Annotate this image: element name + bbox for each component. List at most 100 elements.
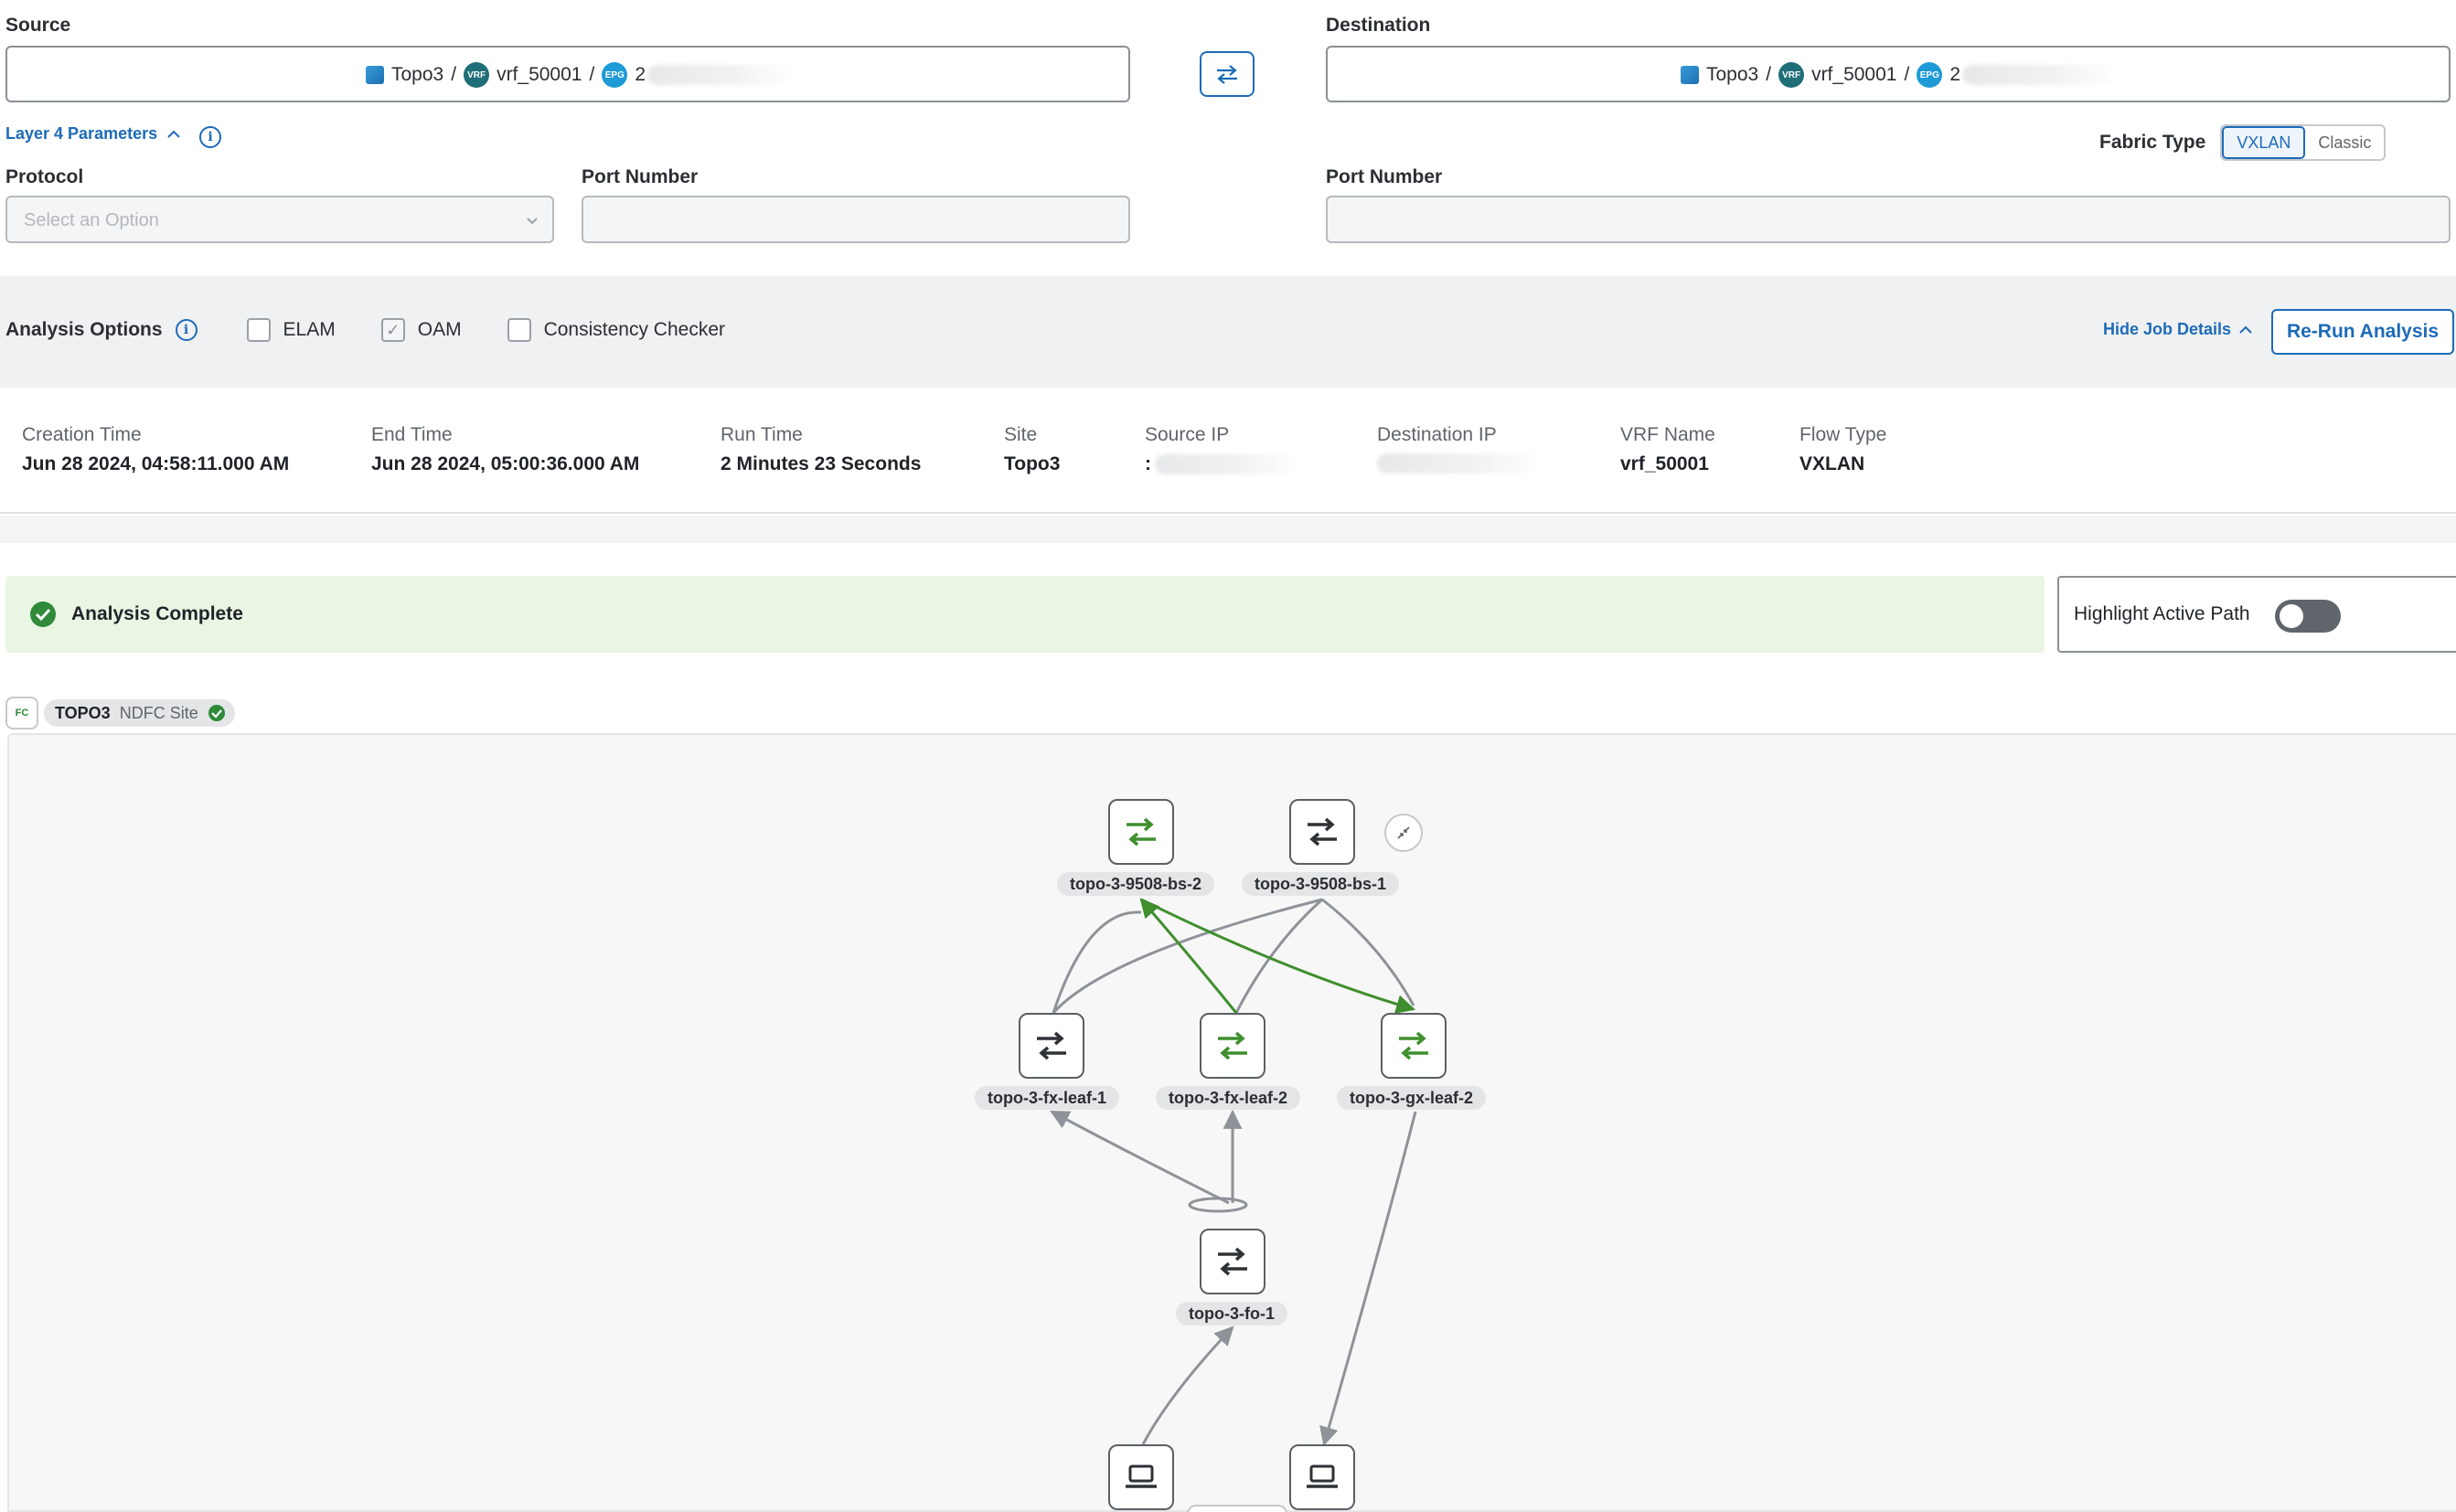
redacted-value xyxy=(1962,65,2118,85)
protocol-label: Protocol xyxy=(5,166,84,187)
hide-job-details-toggle[interactable]: Hide Job Details xyxy=(2103,320,2253,339)
src-port-input[interactable] xyxy=(582,196,1130,243)
laptop-icon xyxy=(1126,1464,1157,1488)
switch-icon xyxy=(1127,817,1156,847)
site-name: TOPO3 xyxy=(55,703,111,722)
creation-time-value: Jun 28 2024, 04:58:11.000 AM xyxy=(22,453,290,474)
run-time-label: Run Time xyxy=(721,424,803,445)
host-label-pill xyxy=(1187,1505,1287,1512)
node-topo-3-fo-1[interactable] xyxy=(1200,1229,1265,1294)
link-bs1-gx2 xyxy=(1321,898,1415,1006)
fabric-type-toggle: VXLAN Classic xyxy=(2220,124,2387,161)
destination-site: Topo3 xyxy=(1706,64,1759,85)
node-host-2[interactable] xyxy=(1289,1444,1355,1510)
analysis-options-bar: Analysis Options i ELAM ✓ OAM Consistenc… xyxy=(0,276,2456,388)
consistency-checker-checkbox[interactable] xyxy=(507,318,531,342)
active-link-fx2-bs2 xyxy=(1139,898,1238,1014)
chevron-down-icon xyxy=(527,218,538,225)
oam-label: OAM xyxy=(417,319,462,340)
separator: / xyxy=(589,64,595,85)
fabric-option-vxlan[interactable]: VXLAN xyxy=(2222,126,2306,159)
rerun-analysis-button[interactable]: Re-Run Analysis xyxy=(2271,309,2454,355)
dst-port-input[interactable] xyxy=(1326,196,2451,243)
divider xyxy=(0,516,2456,543)
source-epg: 2 xyxy=(635,64,646,85)
oam-checkbox[interactable]: ✓ xyxy=(380,318,405,342)
node-label: topo-3-fo-1 xyxy=(1176,1302,1287,1326)
highlight-active-path-toggle[interactable] xyxy=(2275,600,2341,633)
analysis-status-text: Analysis Complete xyxy=(71,603,243,624)
separator: / xyxy=(1904,64,1910,85)
node-topo-3-9508-bs-2[interactable] xyxy=(1108,799,1174,865)
source-ip-value: : xyxy=(1145,453,1151,474)
fabric-type: Fabric Type VXLAN Classic xyxy=(2099,124,2387,161)
link-fo1-fx1 xyxy=(1050,1110,1230,1205)
destination-label: Destination xyxy=(1326,15,1431,36)
elam-label: ELAM xyxy=(283,319,336,340)
node-label: topo-3-gx-leaf-2 xyxy=(1337,1086,1486,1110)
hide-job-details-label: Hide Job Details xyxy=(2103,320,2232,338)
collapse-icon xyxy=(1397,826,1410,839)
fabric-option-classic[interactable]: Classic xyxy=(2305,126,2384,159)
node-label: topo-3-9508-bs-1 xyxy=(1242,872,1400,896)
end-time-label: End Time xyxy=(371,424,453,445)
chevron-up-icon xyxy=(2239,325,2252,334)
switch-icon xyxy=(1218,1031,1247,1060)
analysis-status-banner: Analysis Complete xyxy=(5,576,2045,653)
node-label: topo-3-fx-leaf-2 xyxy=(1156,1086,1300,1110)
node-topo-3-gx-leaf-2[interactable] xyxy=(1381,1013,1447,1079)
creation-time-label: Creation Time xyxy=(22,424,142,445)
site-cube-icon xyxy=(1681,66,1699,84)
topology-canvas[interactable]: topo-3-9508-bs-2 topo-3-9508-bs-1 topo-3… xyxy=(7,733,2456,1512)
switch-icon xyxy=(1218,1247,1247,1276)
node-topo-3-fx-leaf-1[interactable] xyxy=(1019,1013,1084,1079)
vrf-chip-icon: VRF xyxy=(464,62,490,88)
vrf-name-value: vrf_50001 xyxy=(1620,453,1709,474)
destination-ip-label: Destination IP xyxy=(1377,424,1497,445)
highlight-active-path: Highlight Active Path xyxy=(2057,576,2456,653)
protocol-select[interactable]: Select an Option xyxy=(5,196,554,243)
swap-button[interactable] xyxy=(1200,51,1255,97)
link-host1-fo1 xyxy=(1141,1326,1234,1445)
node-label: topo-3-9508-bs-2 xyxy=(1057,872,1215,896)
node-topo-3-9508-bs-1[interactable] xyxy=(1289,799,1355,865)
collapse-group-button[interactable] xyxy=(1384,814,1423,852)
vrf-name-label: VRF Name xyxy=(1620,424,1715,445)
fabric-controller-badge: FC xyxy=(5,697,38,729)
destination-epg: 2 xyxy=(1949,64,1960,85)
elam-checkbox[interactable] xyxy=(246,318,271,342)
redacted-value xyxy=(1377,453,1542,474)
site-value: Topo3 xyxy=(1004,453,1061,474)
link-gx2-host2 xyxy=(1319,1111,1417,1447)
check-circle-icon xyxy=(30,602,56,627)
end-time-value: Jun 28 2024, 05:00:36.000 AM xyxy=(371,453,640,474)
site-label: Site xyxy=(1004,424,1038,445)
check-circle-icon xyxy=(208,705,225,721)
run-time-value: 2 Minutes 23 Seconds xyxy=(721,453,922,474)
redacted-value xyxy=(647,65,794,85)
chevron-up-icon xyxy=(167,130,180,138)
source-ip-label: Source IP xyxy=(1145,424,1230,445)
redacted-value xyxy=(1155,454,1301,474)
source-field[interactable]: Topo3 / VRF vrf_50001 / EPG 2 xyxy=(5,46,1130,102)
flow-type-value: VXLAN xyxy=(1799,453,1865,474)
destination-vrf: vrf_50001 xyxy=(1811,64,1897,85)
vrf-chip-icon: VRF xyxy=(1778,62,1805,88)
site-pill: TOPO3 NDFC Site xyxy=(44,699,235,727)
epg-chip-icon: EPG xyxy=(602,62,628,88)
laptop-icon xyxy=(1307,1464,1338,1488)
site-type: NDFC Site xyxy=(119,703,198,722)
switch-icon xyxy=(1399,1031,1428,1060)
node-label: topo-3-fx-leaf-1 xyxy=(975,1086,1119,1110)
node-host-1[interactable] xyxy=(1108,1444,1174,1510)
port-channel-ring xyxy=(1188,1197,1248,1213)
layer4-toggle[interactable]: Layer 4 Parameters xyxy=(5,124,181,144)
fabric-type-label: Fabric Type xyxy=(2099,132,2206,153)
info-icon[interactable]: i xyxy=(199,126,221,148)
node-topo-3-fx-leaf-2[interactable] xyxy=(1200,1013,1265,1079)
dst-port-label: Port Number xyxy=(1326,166,1443,187)
consistency-checker-label: Consistency Checker xyxy=(543,319,725,340)
separator: / xyxy=(451,64,457,85)
destination-field[interactable]: Topo3 / VRF vrf_50001 / EPG 2 xyxy=(1326,46,2451,102)
info-icon[interactable]: i xyxy=(175,319,198,341)
